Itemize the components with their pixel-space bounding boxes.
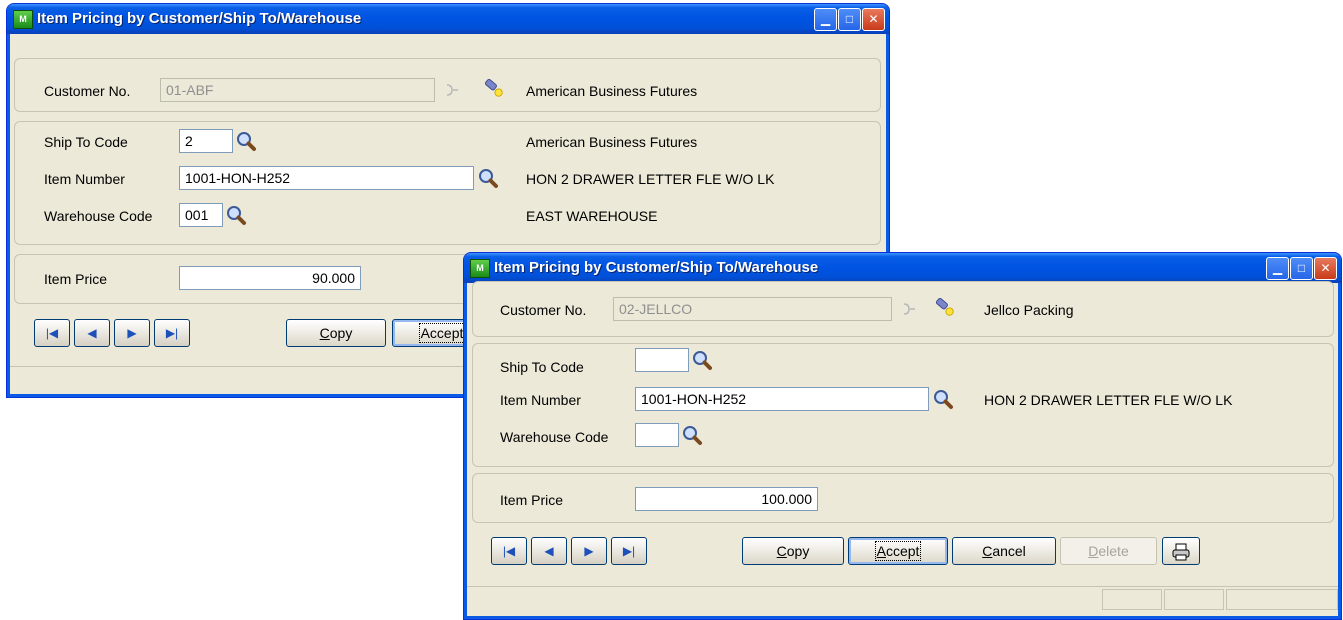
customer-no-label: Customer No.: [44, 83, 131, 99]
magnifier-icon[interactable]: [932, 388, 954, 410]
accept-button[interactable]: Accept: [848, 537, 948, 565]
ship-to-label: Ship To Code: [500, 359, 584, 375]
accept-accelerator: A: [876, 543, 886, 559]
next-record-button[interactable]: ▶: [571, 537, 607, 565]
next-record-icon: ▶: [584, 544, 594, 558]
flashlight-icon[interactable]: [483, 77, 507, 101]
customer-name: American Business Futures: [526, 83, 698, 99]
copy-button[interactable]: Copy: [742, 537, 844, 565]
delete-button: Delete: [1060, 537, 1157, 565]
ship-to-name: American Business Futures: [526, 134, 698, 150]
app-icon: M: [13, 10, 33, 29]
next-record-button[interactable]: ▶: [114, 319, 150, 347]
customer-no-label: Customer No.: [500, 302, 587, 318]
item-number-label: Item Number: [500, 392, 581, 408]
item-description: HON 2 DRAWER LETTER FLE W/O LK: [984, 392, 1233, 408]
customer-no-field[interactable]: 02-JELLCO: [613, 297, 892, 321]
printer-icon: [1170, 541, 1192, 563]
item-price-label: Item Price: [44, 271, 108, 287]
close-button[interactable]: ✕: [862, 8, 885, 31]
cancel-label: ancel: [992, 543, 1026, 559]
maximize-button[interactable]: □: [1290, 257, 1313, 280]
status-cell: [1226, 589, 1338, 610]
title-bar[interactable]: M Item Pricing by Customer/Ship To/Wareh…: [464, 253, 1341, 283]
status-cell: [1164, 589, 1224, 610]
maximize-button[interactable]: □: [838, 8, 861, 31]
ship-to-field[interactable]: [635, 348, 689, 372]
warehouse-field[interactable]: [635, 423, 679, 447]
previous-record-button[interactable]: ◀: [531, 537, 567, 565]
title-bar[interactable]: M Item Pricing by Customer/Ship To/Wareh…: [7, 4, 889, 34]
accept-label: ccept: [885, 543, 920, 559]
customer-name: Jellco Packing: [984, 302, 1074, 318]
print-button[interactable]: [1162, 537, 1200, 565]
delete-label: elete: [1098, 543, 1129, 559]
copy-label: opy: [329, 325, 353, 341]
status-cell: [1102, 589, 1162, 610]
item-pricing-window-front[interactable]: M Item Pricing by Customer/Ship To/Wareh…: [463, 252, 1342, 620]
item-price-field[interactable]: 90.000: [179, 266, 361, 290]
accept-label: Accept: [418, 323, 466, 343]
item-number-field[interactable]: 1001-HON-H252: [635, 387, 929, 411]
window-title: Item Pricing by Customer/Ship To/Warehou…: [37, 10, 362, 27]
window-title: Item Pricing by Customer/Ship To/Warehou…: [494, 259, 819, 276]
first-record-icon: |◀: [502, 544, 516, 558]
delete-accelerator: D: [1088, 543, 1099, 559]
magnifier-icon[interactable]: [225, 204, 247, 226]
first-record-button[interactable]: |◀: [491, 537, 527, 565]
previous-record-button[interactable]: ◀: [74, 319, 110, 347]
copy-label: opy: [786, 543, 810, 559]
cancel-button[interactable]: Cancel: [952, 537, 1056, 565]
cancel-accelerator: C: [982, 543, 993, 559]
link-icon: [441, 79, 459, 101]
warehouse-name: EAST WAREHOUSE: [526, 208, 658, 224]
copy-accelerator: C: [776, 543, 787, 559]
app-icon: M: [470, 259, 490, 278]
minimize-button[interactable]: ▁: [1266, 257, 1289, 280]
close-button[interactable]: ✕: [1314, 257, 1337, 280]
ship-to-label: Ship To Code: [44, 134, 128, 150]
item-description: HON 2 DRAWER LETTER FLE W/O LK: [526, 171, 775, 187]
link-icon: [898, 298, 916, 320]
last-record-icon: ▶|: [165, 326, 179, 340]
next-record-icon: ▶: [127, 326, 137, 340]
last-record-button[interactable]: ▶|: [154, 319, 190, 347]
previous-record-icon: ◀: [87, 326, 97, 340]
status-bar: [467, 586, 1338, 612]
minimize-button[interactable]: ▁: [814, 8, 837, 31]
record-navigation: |◀ ◀ ▶ ▶|: [491, 537, 647, 565]
magnifier-icon[interactable]: [477, 167, 499, 189]
item-price-label: Item Price: [500, 492, 564, 508]
magnifier-icon[interactable]: [235, 130, 257, 152]
previous-record-icon: ◀: [544, 544, 554, 558]
item-number-field[interactable]: 1001-HON-H252: [179, 166, 474, 190]
first-record-icon: |◀: [45, 326, 59, 340]
warehouse-label: Warehouse Code: [500, 429, 609, 445]
record-navigation: |◀ ◀ ▶ ▶|: [34, 319, 190, 347]
item-number-label: Item Number: [44, 171, 125, 187]
price-panel: [472, 473, 1334, 523]
copy-accelerator: C: [319, 325, 330, 341]
copy-button[interactable]: Copy: [286, 319, 386, 347]
flashlight-icon[interactable]: [934, 296, 958, 320]
first-record-button[interactable]: |◀: [34, 319, 70, 347]
warehouse-label: Warehouse Code: [44, 208, 153, 224]
warehouse-field[interactable]: 001: [179, 203, 223, 227]
last-record-button[interactable]: ▶|: [611, 537, 647, 565]
customer-no-field[interactable]: 01-ABF: [160, 78, 435, 102]
magnifier-icon[interactable]: [691, 349, 713, 371]
ship-to-field[interactable]: 2: [179, 129, 233, 153]
magnifier-icon[interactable]: [681, 424, 703, 446]
item-price-field[interactable]: 100.000: [635, 487, 818, 511]
last-record-icon: ▶|: [622, 544, 636, 558]
